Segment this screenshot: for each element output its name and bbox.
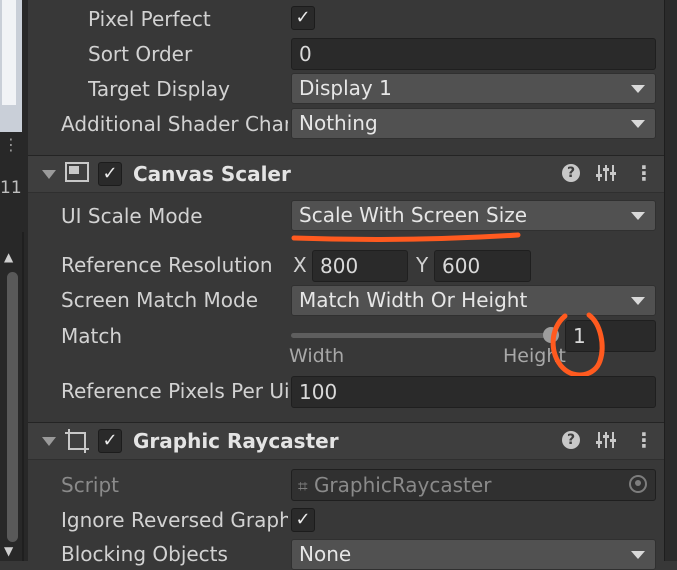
reference-pixels-field[interactable]: 100 <box>291 376 656 408</box>
scene-preview-highlight <box>2 0 16 105</box>
additional-shader-label: Additional Shader Chan <box>61 112 288 136</box>
kebab-menu-icon[interactable]: ⋮ <box>634 161 654 185</box>
pixel-perfect-label: Pixel Perfect <box>88 7 211 31</box>
object-picker-icon[interactable] <box>629 475 647 493</box>
checkmark-icon: ✓ <box>295 509 311 530</box>
blocking-objects-label: Blocking Objects <box>61 542 228 566</box>
script-label: Script <box>61 473 120 497</box>
raycaster-component-icon <box>64 428 90 459</box>
dropdown-arrow-icon <box>631 212 645 220</box>
reference-resolution-label: Reference Resolution <box>61 253 273 277</box>
screen-match-mode-label: Screen Match Mode <box>61 288 258 312</box>
help-icon[interactable]: ? <box>562 431 580 449</box>
scroll-up-arrow-icon[interactable]: ▲ <box>4 250 13 264</box>
dropdown-arrow-icon <box>631 297 645 305</box>
reference-pixels-label: Reference Pixels Per Ui <box>61 379 288 403</box>
sort-order-label: Sort Order <box>88 42 193 66</box>
ignore-reversed-label: Ignore Reversed Graphi <box>61 508 288 532</box>
graphic-raycaster-enabled-checkbox[interactable]: ✓ <box>98 429 122 453</box>
scrollbar-thumb[interactable] <box>7 272 18 542</box>
checkmark-icon: ✓ <box>295 7 311 28</box>
canvas-scaler-title: Canvas Scaler <box>133 162 291 186</box>
target-display-value: Display 1 <box>299 76 392 100</box>
ui-scale-mode-value: Scale With Screen Size <box>299 203 528 227</box>
sort-order-field[interactable]: 0 <box>291 38 656 70</box>
screen-match-mode-value: Match Width Or Height <box>299 288 528 312</box>
annotation-underline <box>291 232 521 242</box>
dropdown-arrow-icon <box>631 85 645 93</box>
annotation-circle <box>550 312 605 378</box>
y-label: Y <box>416 253 429 277</box>
foldout-arrow-icon[interactable] <box>42 437 56 446</box>
additional-shader-value: Nothing <box>299 111 378 135</box>
more-dots-icon[interactable]: ⋮ <box>3 137 19 160</box>
blocking-objects-dropdown[interactable]: None <box>291 539 656 570</box>
target-display-dropdown[interactable]: Display 1 <box>291 73 656 104</box>
script-value: GraphicRaycaster <box>313 473 492 497</box>
inspector-scrollbar[interactable] <box>664 0 677 561</box>
foldout-arrow-icon[interactable] <box>42 170 56 179</box>
checkmark-icon: ✓ <box>102 163 118 184</box>
scroll-down-arrow-icon[interactable]: ▼ <box>4 544 13 558</box>
preset-icon[interactable] <box>595 429 617 455</box>
ignore-reversed-checkbox[interactable]: ✓ <box>291 508 315 532</box>
target-display-label: Target Display <box>88 77 230 101</box>
reference-resolution-y-field[interactable]: 600 <box>434 250 531 282</box>
canvas-scaler-component-icon <box>64 159 90 190</box>
match-slider-track[interactable] <box>291 333 553 338</box>
width-label: Width <box>289 345 345 367</box>
help-icon[interactable]: ? <box>562 164 580 182</box>
match-label: Match <box>61 324 123 348</box>
preset-icon[interactable] <box>595 162 617 188</box>
x-label: X <box>293 253 307 277</box>
additional-shader-dropdown[interactable]: Nothing <box>291 108 656 139</box>
ui-scale-mode-label: UI Scale Mode <box>61 204 203 228</box>
checkmark-icon: ✓ <box>102 430 118 451</box>
script-asset-icon: ⌗ <box>298 477 308 497</box>
blocking-objects-value: None <box>299 542 352 566</box>
script-field: ⌗ GraphicRaycaster <box>291 469 656 501</box>
dropdown-arrow-icon <box>631 120 645 128</box>
canvas-scaler-enabled-checkbox[interactable]: ✓ <box>98 162 122 186</box>
graphic-raycaster-title: Graphic Raycaster <box>133 429 339 453</box>
dropdown-arrow-icon <box>631 551 645 559</box>
pixel-perfect-checkbox[interactable]: ✓ <box>291 6 315 30</box>
reference-resolution-x-field[interactable]: 800 <box>312 250 408 282</box>
kebab-menu-icon[interactable]: ⋮ <box>634 428 654 452</box>
panel-divider <box>22 232 24 561</box>
gutter-number: 11 <box>0 178 22 198</box>
